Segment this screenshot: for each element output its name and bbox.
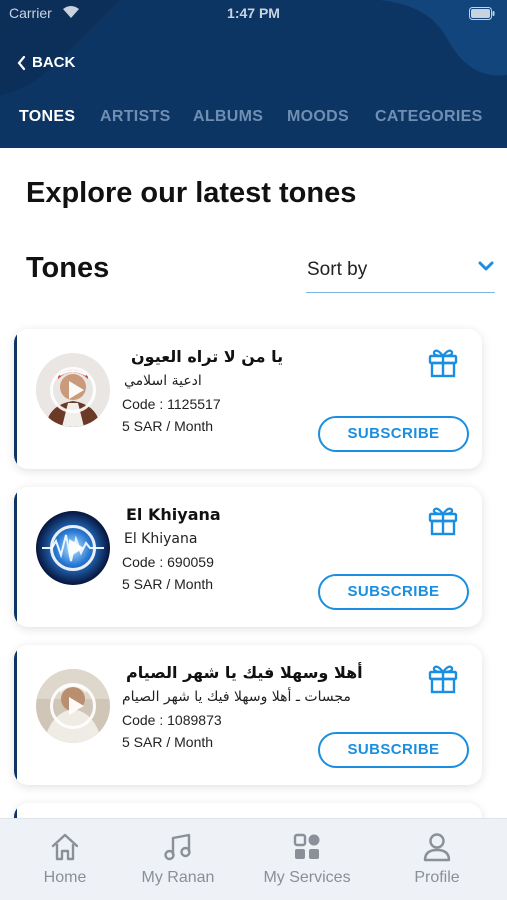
tone-artist: El Khiyana [124,531,198,547]
battery-icon [469,7,495,20]
user-icon [423,833,451,862]
tone-card[interactable]: أهلا وسهلا فيك يا شهر الصيام مجسات ـ أهل… [14,645,482,785]
nav-profile[interactable]: Profile [392,819,482,900]
tone-code: Code : 690059 [122,554,214,570]
back-label: BACK [32,54,76,71]
gift-icon[interactable] [426,345,460,379]
tab-tones[interactable]: TONES [19,108,75,126]
tone-price: 5 SAR / Month [122,418,214,434]
app-header: Carrier 1:47 PM BACK TONES ARTISTS ALBUM… [0,0,507,148]
sort-label: Sort by [307,259,368,280]
subscribe-button[interactable]: SUBSCRIBE [318,732,469,768]
category-tabs: TONES ARTISTS ALBUMS MOODS CATEGORIES [0,108,507,130]
gift-icon[interactable] [426,503,460,537]
tone-thumbnail[interactable] [36,353,110,427]
nav-my-services-label: My Services [263,869,351,886]
tone-price: 5 SAR / Month [122,576,214,592]
chevron-left-icon [17,55,26,70]
play-icon [50,683,96,729]
tab-moods[interactable]: MOODS [287,108,349,126]
sort-dropdown[interactable]: Sort by [306,254,495,293]
play-icon [50,367,96,413]
tab-categories[interactable]: CATEGORIES [375,108,483,126]
home-icon [51,833,79,861]
section-title: Tones [26,252,110,284]
music-note-icon [164,833,191,861]
tone-card[interactable]: El Khiyana El Khiyana Code : 690059 5 SA… [14,487,482,627]
tone-card[interactable]: يا من لا تراه العيون ادعية اسلامي Code :… [14,329,482,469]
play-icon [50,525,96,571]
subscribe-button[interactable]: SUBSCRIBE [318,416,469,452]
bottom-tab-bar: Home My Ranan My Services Profile [0,818,507,900]
tab-albums[interactable]: ALBUMS [193,108,263,126]
grid-icon [293,833,320,859]
chevron-down-icon [478,261,494,271]
tab-artists[interactable]: ARTISTS [100,108,171,126]
nav-my-services[interactable]: My Services [254,819,360,900]
clock: 1:47 PM [227,5,280,21]
card-accent-edge [14,487,17,627]
tone-price: 5 SAR / Month [122,734,214,750]
page-title: Explore our latest tones [26,177,357,209]
back-button[interactable]: BACK [16,54,75,71]
tone-title: يا من لا تراه العيون [131,347,284,366]
nav-home[interactable]: Home [20,819,110,900]
tone-artist: مجسات ـ أهلا وسهلا فيك يا شهر الصيام [122,689,351,705]
tone-thumbnail[interactable] [36,669,110,743]
tone-code: Code : 1089873 [122,712,222,728]
gift-icon[interactable] [426,661,460,695]
tone-title: El Khiyana [126,505,221,524]
nav-home-label: Home [43,869,87,886]
tone-thumbnail[interactable] [36,511,110,585]
nav-my-ranan-label: My Ranan [141,869,215,886]
subscribe-button[interactable]: SUBSCRIBE [318,574,469,610]
nav-my-ranan[interactable]: My Ranan [133,819,223,900]
nav-profile-label: Profile [414,869,460,886]
tone-code: Code : 1125517 [122,396,221,412]
tone-artist: ادعية اسلامي [124,373,202,389]
card-accent-edge [14,645,17,785]
card-accent-edge [14,329,17,469]
tone-title: أهلا وسهلا فيك يا شهر الصيام [126,663,363,682]
status-bar: Carrier 1:47 PM [0,0,507,28]
